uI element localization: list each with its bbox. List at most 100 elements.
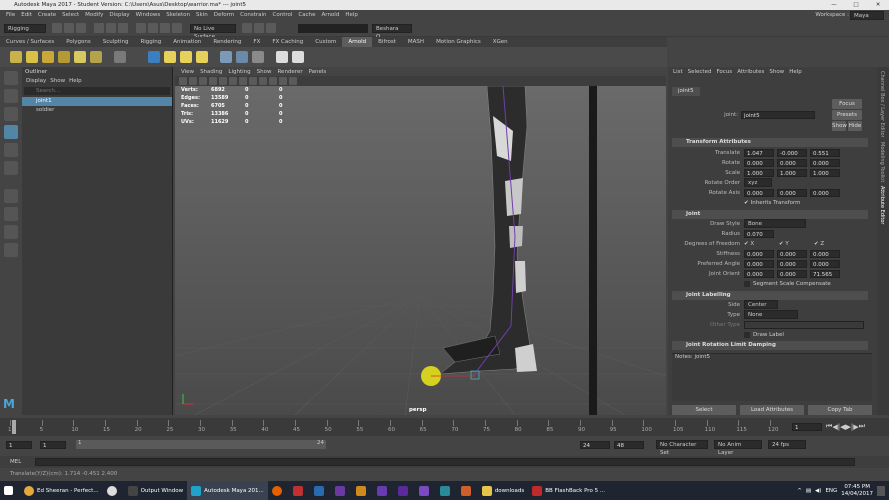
arnold-tx-manager-icon[interactable] bbox=[252, 51, 264, 63]
taskbar-item-flashback[interactable]: BB FlashBack Pro 5 ... bbox=[528, 481, 609, 500]
shelf-tab-mash[interactable]: MASH bbox=[402, 37, 430, 47]
arnold-area-light-icon[interactable] bbox=[10, 51, 22, 63]
rotate-order-dropdown[interactable]: xyz bbox=[744, 178, 772, 187]
dof-x-checkbox[interactable]: ✔ X bbox=[744, 241, 776, 247]
snap-grid-icon[interactable] bbox=[136, 23, 146, 33]
arnold-ipr-icon[interactable] bbox=[292, 51, 304, 63]
select-tool-icon[interactable] bbox=[4, 71, 18, 85]
rotate-axis-z-field[interactable]: 0.000 bbox=[810, 188, 840, 197]
viewport-menu-view[interactable]: View bbox=[181, 69, 194, 75]
outliner-menu-help[interactable]: Help bbox=[69, 78, 82, 84]
taskbar-item-maya[interactable]: Autodesk Maya 201... bbox=[187, 481, 268, 500]
outliner-menu-display[interactable]: Display bbox=[26, 78, 46, 84]
side-tab-modeling-toolkit[interactable]: Modeling Toolkit bbox=[879, 142, 885, 182]
copy-tab-button[interactable]: Copy Tab bbox=[808, 405, 872, 415]
shelf-tab-animation[interactable]: Animation bbox=[167, 37, 207, 47]
preferred-angle-z-field[interactable]: 0.000 bbox=[810, 259, 840, 268]
scale-x-field[interactable]: 1.000 bbox=[744, 168, 774, 177]
translate-z-field[interactable]: 0.551 bbox=[810, 148, 840, 157]
move-tool-icon[interactable] bbox=[4, 125, 18, 139]
outliner-item-joint1[interactable]: joint1 bbox=[22, 97, 172, 106]
select-hierarchy-icon[interactable] bbox=[94, 23, 104, 33]
arnold-light-portal-icon[interactable] bbox=[74, 51, 86, 63]
draw-label-checkbox[interactable] bbox=[744, 331, 750, 338]
inherits-transform-checkbox[interactable]: ✔ bbox=[744, 200, 749, 206]
textured-icon[interactable] bbox=[249, 77, 257, 85]
taskbar-item-premiere[interactable] bbox=[394, 481, 415, 500]
volume-icon[interactable]: ◀) bbox=[815, 488, 821, 494]
snap-point-icon[interactable] bbox=[160, 23, 170, 33]
viewport-menu-panels[interactable]: Panels bbox=[309, 69, 327, 75]
menu-windows[interactable]: Windows bbox=[136, 12, 161, 18]
menu-constrain[interactable]: Constrain bbox=[240, 12, 266, 18]
snap-curve-icon[interactable] bbox=[148, 23, 158, 33]
attr-node-tab[interactable]: joint5 bbox=[672, 87, 700, 96]
menu-display[interactable]: Display bbox=[109, 12, 129, 18]
select-button[interactable]: Select bbox=[672, 405, 736, 415]
section-joint[interactable]: Joint bbox=[672, 210, 868, 219]
step-forward-icon[interactable]: |▶ bbox=[851, 423, 859, 431]
open-scene-icon[interactable] bbox=[64, 23, 74, 33]
segment-scale-checkbox[interactable] bbox=[744, 280, 750, 287]
menu-edit[interactable]: Edit bbox=[21, 12, 32, 18]
snap-surface-icon[interactable] bbox=[172, 23, 182, 33]
menu-cache[interactable]: Cache bbox=[298, 12, 315, 18]
maximize-button[interactable]: □ bbox=[845, 0, 867, 10]
joint-orient-y-field[interactable]: 0.000 bbox=[777, 269, 807, 278]
attr-menu-attributes[interactable]: Attributes bbox=[737, 69, 764, 75]
attr-menu-list[interactable]: List bbox=[673, 69, 683, 75]
start-frame-field[interactable]: 1 bbox=[6, 440, 32, 449]
shelf-tab-polygons[interactable]: Polygons bbox=[60, 37, 96, 47]
playback-end-field[interactable]: 24 bbox=[580, 440, 610, 449]
viewport-menu-shading[interactable]: Shading bbox=[200, 69, 222, 75]
section-joint-labelling[interactable]: Joint Labelling bbox=[672, 291, 868, 300]
anim-layer-dropdown[interactable]: No Anim Layer bbox=[714, 440, 762, 456]
arnold-volume-icon[interactable] bbox=[114, 51, 126, 63]
hide-button[interactable]: Hide bbox=[848, 121, 862, 131]
shelf-tab-rigging[interactable]: Rigging bbox=[134, 37, 167, 47]
arnold-physical-sky-icon[interactable] bbox=[90, 51, 102, 63]
isolate-select-icon[interactable] bbox=[279, 77, 287, 85]
fps-dropdown[interactable]: 24 fps bbox=[768, 440, 806, 449]
scale-z-field[interactable]: 1.000 bbox=[810, 168, 840, 177]
render-icon[interactable] bbox=[242, 23, 252, 33]
outliner-search-input[interactable]: Search... bbox=[24, 87, 170, 95]
shelf-tab-fx-caching[interactable]: FX Caching bbox=[266, 37, 309, 47]
select-object-icon[interactable] bbox=[106, 23, 116, 33]
menu-select[interactable]: Select bbox=[62, 12, 79, 18]
notes-box[interactable]: Notes: joint5 bbox=[672, 353, 872, 401]
clock[interactable]: 07:45 PM 14/04/2017 bbox=[841, 484, 873, 498]
scale-y-field[interactable]: 1.000 bbox=[777, 168, 807, 177]
lasso-tool-icon[interactable] bbox=[4, 89, 18, 103]
taskbar-item-illustrator[interactable] bbox=[352, 481, 373, 500]
taskbar-item-output-window[interactable]: Output Window bbox=[124, 481, 188, 500]
minimize-button[interactable]: — bbox=[823, 0, 845, 10]
taskbar-item-photoshop[interactable] bbox=[310, 481, 331, 500]
taskbar-item-chrome[interactable]: Ed Sheeran - Perfect... bbox=[20, 481, 103, 500]
taskbar-item-app-teal[interactable] bbox=[436, 481, 457, 500]
live-surface-dropdown[interactable]: No Live Surface bbox=[190, 23, 236, 40]
current-frame-field[interactable]: 1 bbox=[792, 423, 822, 431]
taskbar-item-firefox[interactable] bbox=[268, 481, 289, 500]
other-type-field[interactable] bbox=[744, 320, 864, 329]
outliner-item-soldier[interactable]: soldier bbox=[22, 106, 172, 115]
arnold-render-view-icon[interactable] bbox=[276, 51, 288, 63]
taskbar-item-visual-studio[interactable] bbox=[331, 481, 352, 500]
time-slider[interactable]: 1 5 10 15 20 25 30 35 40 45 50 55 60 65 70 75 80 85 90 95 10… bbox=[0, 418, 889, 436]
quick-search-field[interactable] bbox=[298, 23, 368, 33]
wireframe-icon[interactable] bbox=[229, 77, 237, 85]
translate-x-field[interactable]: 1.047 bbox=[744, 148, 774, 157]
shelf-tab-bifrost[interactable]: Bifrost bbox=[372, 37, 402, 47]
current-time-marker[interactable] bbox=[12, 420, 16, 434]
shelf-tab-arnold[interactable]: Arnold bbox=[342, 37, 373, 47]
menu-arnold[interactable]: Arnold bbox=[322, 12, 340, 18]
camera-attributes-icon[interactable] bbox=[189, 77, 197, 85]
xray-icon[interactable] bbox=[289, 77, 297, 85]
arnold-export-standin-icon[interactable] bbox=[236, 51, 248, 63]
language-indicator[interactable]: ENG bbox=[825, 488, 837, 494]
menu-help[interactable]: Help bbox=[345, 12, 358, 18]
preferred-angle-y-field[interactable]: 0.000 bbox=[777, 259, 807, 268]
section-transform-attributes[interactable]: Transform Attributes bbox=[672, 138, 868, 147]
save-scene-icon[interactable] bbox=[76, 23, 86, 33]
shelf-tab-rendering[interactable]: Rendering bbox=[207, 37, 247, 47]
